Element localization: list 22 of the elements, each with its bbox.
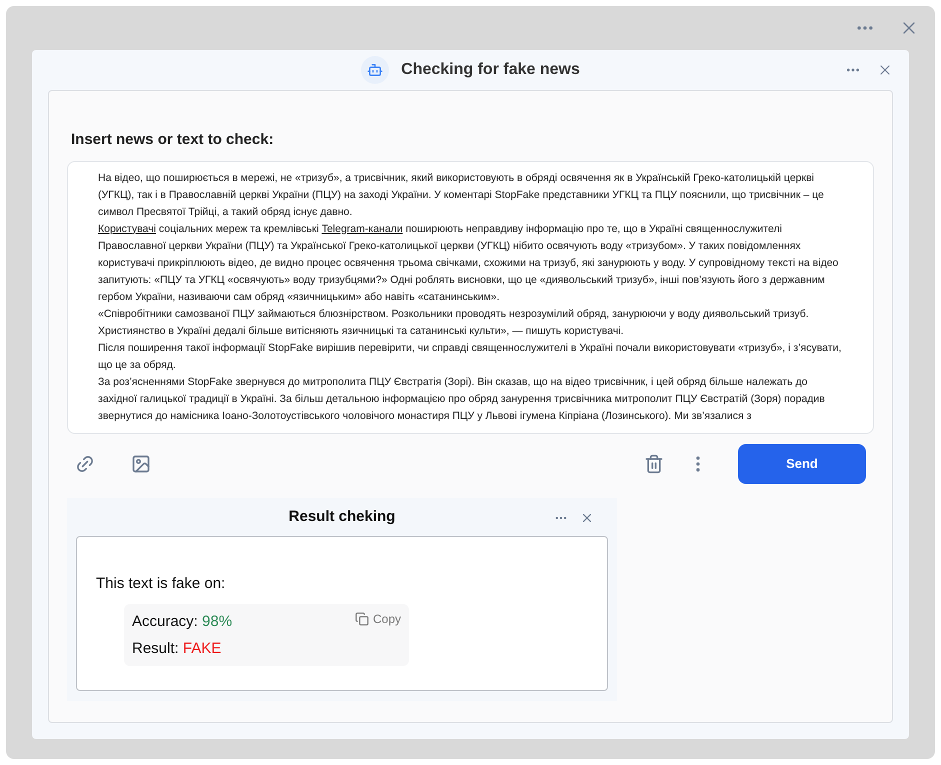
paragraph: За роз’ясненнями StopFake звернувся до митрополита ПЦУ Євстратія (Зорі). Він сказав, що на відео трисвічник, і цей обряд більше належать до західної галицької традиції в Україні. За більш детальною інформацією про обряд занурення трисвічника митрополит ПЦУ Євстратій (Зоря) порадив звернутися до намісника Іоано-Золотоустівського чоловічого монастиря ПЦУ у Львові ігумена Кіпріана (Лозинського). Ми зв’язалися з <box>98 374 826 424</box>
field-label: Insert news or text to check: <box>71 130 275 150</box>
result-label: Result: <box>132 640 179 657</box>
copy-button[interactable]: Copy <box>354 610 401 628</box>
text-link[interactable]: Telegram-канали <box>322 222 403 234</box>
paragraph: Користувачі соціальних мереж та кремлівські Telegram-канали поширюють неправдиву інформацію про те, що в Україні священнослужителі Православної церкви України (ПЦУ) та Української Греко-католицької церкви (УГКЦ) нібито освячують воду «тризубом». У таких повідомленнях користувачі прикріплюють відео, де видно процес освячення трьома свічками, схожими на тризуб, які занурюють у воду. У супровідному тексті на відео запитують: «ПЦУ та УГКЦ «освячують» воду тризубцями?» Одні роблять висновки, що це «диявольський тризуб», інші пов’язують його з державним гербом України, називаючи сам обряд «язичницьким» або навіть «сатанинським». <box>98 222 840 304</box>
delete-icon[interactable] <box>644 454 664 474</box>
robot-icon <box>361 56 390 84</box>
result-title: Result cheking <box>288 507 396 528</box>
result-value: 98% <box>202 613 232 630</box>
result-value: FAKE <box>182 640 222 657</box>
window-title: Checking for fake news <box>401 60 580 80</box>
paragraph: На відео, що поширюється в мережі, не «тризуб», а трисвічник, який використовують в обряді освячення як в Українській Греко-католицькій церкві (УГКЦ), так і в Православній церкві України (ПЦУ) на заході України. У коментарі StopFake представники УГКЦ та ПЦУ пояснили, що трисвічник – це символ Пресвятої Трійці, а такий обряд існує давно. <box>98 170 825 220</box>
result-heading: This text is fake on: <box>96 574 226 594</box>
copy-icon <box>354 612 369 626</box>
text-link[interactable]: Користувачі <box>98 222 156 234</box>
send-button[interactable]: Send <box>738 444 866 484</box>
paragraph: Після поширення такої інформації StopFake вирішив перевірити, чи справді священнослужителі в Україні почали використовувати «тризуб», і з’ясувати, що це за обряд. <box>98 340 842 372</box>
news-text-field[interactable] <box>67 160 874 434</box>
result-label: Accuracy: <box>132 613 198 630</box>
paragraph: «Співробітники самозваної ПЦУ займаються блюзнірством. Розкольники проводять незрозумілий обряд, занурюючи у воду диявольський тризуб. Християнство в Україні дедалі більше витісняють язичницькі та сатанинські культи», — пишуть користувачі. <box>98 306 810 338</box>
image-icon[interactable] <box>131 454 151 474</box>
